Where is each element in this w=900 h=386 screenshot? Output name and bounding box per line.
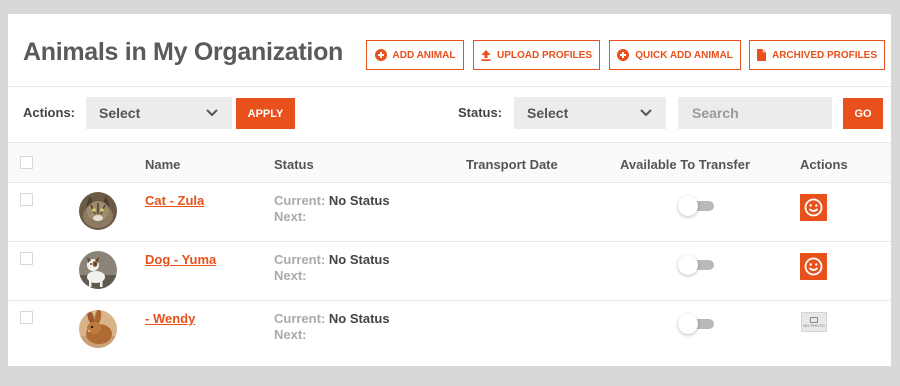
upload-icon xyxy=(481,49,491,61)
toggle-knob xyxy=(678,314,698,334)
actions-label: Actions: xyxy=(23,105,75,120)
apply-button[interactable]: APPLY xyxy=(236,98,295,129)
quick-add-animal-label: QUICK ADD ANIMAL xyxy=(635,49,733,61)
select-all-checkbox[interactable] xyxy=(20,156,33,169)
go-button[interactable]: GO xyxy=(843,98,883,129)
camera-icon xyxy=(810,316,818,323)
smiley-icon xyxy=(804,257,823,276)
status-cell: Current: No Status Next: xyxy=(274,311,390,342)
column-header-status: Status xyxy=(274,157,314,172)
no-photo-text: NO PHOTO xyxy=(803,322,825,328)
actions-select[interactable]: Select xyxy=(86,97,232,129)
column-header-actions: Actions xyxy=(800,157,848,172)
toggle-knob xyxy=(678,255,698,275)
available-to-transfer-toggle[interactable] xyxy=(678,314,716,334)
smiley-action-button[interactable] xyxy=(800,194,827,221)
row-checkbox[interactable] xyxy=(20,193,33,206)
status-cell: Current: No Status Next: xyxy=(274,193,390,224)
table-row: Cat - Zula Current: No Status Next: xyxy=(8,183,891,242)
animal-name-link[interactable]: Dog - Yuma xyxy=(145,252,216,267)
toggle-knob xyxy=(678,196,698,216)
table-header: Name Status Transport Date Available To … xyxy=(8,143,891,183)
status-select-value: Select xyxy=(527,105,569,121)
document-icon xyxy=(756,49,766,61)
smiley-action-button[interactable] xyxy=(800,253,827,280)
no-photo-icon[interactable]: NO PHOTO xyxy=(801,312,827,332)
quick-add-animal-button[interactable]: QUICK ADD ANIMAL xyxy=(609,40,741,70)
available-to-transfer-toggle[interactable] xyxy=(678,196,716,216)
chevron-down-icon xyxy=(206,109,218,117)
archived-profiles-button[interactable]: ARCHIVED PROFILES xyxy=(749,40,885,70)
animal-name-link[interactable]: Cat - Zula xyxy=(145,193,204,208)
column-header-transport-date: Transport Date xyxy=(466,157,558,172)
upload-profiles-button[interactable]: UPLOAD PROFILES xyxy=(473,40,600,70)
available-to-transfer-toggle[interactable] xyxy=(678,255,716,275)
animal-name-link[interactable]: - Wendy xyxy=(145,311,195,326)
plus-circle-icon xyxy=(617,49,630,61)
divider xyxy=(8,86,891,87)
status-cell: Current: No Status Next: xyxy=(274,252,390,283)
animals-panel: Animals in My Organization ADD ANIMAL UP… xyxy=(8,14,891,366)
row-checkbox[interactable] xyxy=(20,311,33,324)
page-title: Animals in My Organization xyxy=(23,38,344,66)
status-label: Status: xyxy=(458,105,503,120)
column-header-available-to-transfer: Available To Transfer xyxy=(620,157,751,172)
cat-avatar xyxy=(79,192,117,230)
search-input[interactable] xyxy=(678,97,832,129)
table-row: - Wendy Current: No Status Next: NO PHOT… xyxy=(8,301,891,360)
add-animal-label: ADD ANIMAL xyxy=(392,49,456,61)
table-row: Dog - Yuma Current: No Status Next: xyxy=(8,242,891,301)
upload-profiles-label: UPLOAD PROFILES xyxy=(496,49,592,61)
row-checkbox[interactable] xyxy=(20,252,33,265)
plus-circle-icon xyxy=(374,49,387,61)
column-header-name: Name xyxy=(145,157,181,172)
add-animal-button[interactable]: ADD ANIMAL xyxy=(366,40,464,70)
chevron-down-icon xyxy=(640,109,652,117)
rabbit-avatar xyxy=(79,310,117,348)
page-header: Animals in My Organization ADD ANIMAL UP… xyxy=(8,14,891,86)
actions-select-value: Select xyxy=(99,105,141,121)
status-select[interactable]: Select xyxy=(514,97,666,129)
archived-profiles-label: ARCHIVED PROFILES xyxy=(771,49,877,61)
smiley-icon xyxy=(804,198,823,217)
dog-avatar xyxy=(79,251,117,289)
